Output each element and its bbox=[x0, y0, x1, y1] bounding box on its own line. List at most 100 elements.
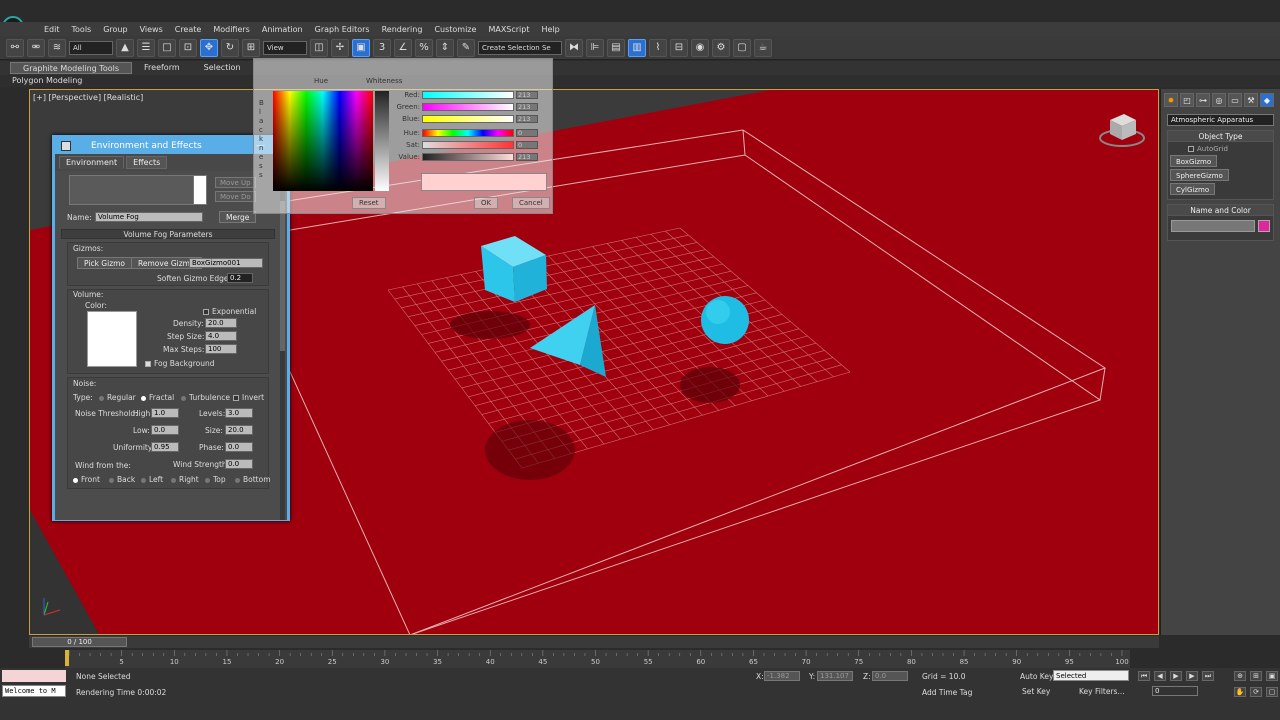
tab-effects[interactable]: Effects bbox=[126, 156, 168, 169]
wind-strength-input[interactable]: 0.0 bbox=[225, 459, 253, 469]
object-type-header[interactable]: Object Type bbox=[1168, 131, 1273, 142]
reset-button[interactable]: Reset bbox=[352, 197, 386, 209]
ok-button[interactable]: OK bbox=[474, 197, 499, 209]
menu-help[interactable]: Help bbox=[536, 25, 566, 34]
dialog-scroll-thumb[interactable] bbox=[280, 201, 285, 351]
tab-graphite-modeling[interactable]: Graphite Modeling Tools bbox=[10, 62, 133, 74]
select-object-icon[interactable]: ▲ bbox=[116, 38, 134, 57]
whiteness-slider[interactable] bbox=[375, 91, 389, 191]
wind-right-radio[interactable]: Right bbox=[171, 475, 199, 484]
fov-icon[interactable]: ▢ bbox=[1266, 687, 1278, 697]
track-bar[interactable]: 5 10 15 20 25 30 35 40 45 50 55 60 65 70 75 80 85 90 95 100 bbox=[65, 650, 1130, 668]
viewport-label[interactable]: [+] [Perspective] [Realistic] bbox=[33, 93, 143, 102]
reference-coord-dropdown[interactable]: View bbox=[263, 40, 307, 55]
merge-button[interactable]: Merge bbox=[219, 211, 257, 223]
uniformity-input[interactable]: 0.95 bbox=[151, 442, 179, 452]
autogrid-checkbox[interactable]: AutoGrid bbox=[1168, 142, 1273, 153]
blue-slider[interactable] bbox=[422, 114, 514, 123]
pivot-center-icon[interactable]: ◫ bbox=[310, 38, 328, 57]
key-mode-dropdown[interactable]: Selected bbox=[1053, 670, 1129, 681]
green-slider[interactable] bbox=[422, 102, 514, 111]
object-name-input[interactable] bbox=[1171, 220, 1256, 232]
exponential-checkbox[interactable]: Exponential bbox=[203, 307, 256, 316]
pan-icon[interactable]: ✋ bbox=[1234, 687, 1246, 697]
spinner-snap-icon[interactable]: ⇕ bbox=[436, 38, 454, 57]
value-slider[interactable] bbox=[422, 152, 514, 161]
green-input[interactable]: 213 bbox=[516, 102, 538, 111]
hue-blackness-field[interactable] bbox=[273, 91, 373, 191]
step-size-input[interactable]: 4.0 bbox=[205, 331, 237, 341]
x-coord-input[interactable]: -1.382 bbox=[764, 671, 800, 681]
select-by-name-icon[interactable]: ☰ bbox=[137, 38, 155, 57]
pick-gizmo-button[interactable]: Pick Gizmo bbox=[77, 257, 133, 269]
blue-input[interactable]: 213 bbox=[516, 114, 538, 123]
menu-graph-editors[interactable]: Graph Editors bbox=[309, 25, 376, 34]
time-slider[interactable]: 0 / 100 bbox=[29, 636, 1159, 648]
object-color-swatch[interactable] bbox=[1258, 220, 1270, 232]
y-coord-input[interactable]: 131.107 bbox=[817, 671, 853, 681]
hierarchy-icon[interactable]: ⊶ bbox=[1196, 93, 1210, 107]
volume-fog-params-header[interactable]: Volume Fog Parameters bbox=[61, 229, 275, 239]
sat-slider[interactable] bbox=[422, 140, 514, 149]
menu-views[interactable]: Views bbox=[134, 25, 169, 34]
helper-category-dropdown[interactable]: Atmospheric Apparatus bbox=[1167, 114, 1274, 126]
cancel-button[interactable]: Cancel bbox=[512, 197, 550, 209]
red-input[interactable]: 213 bbox=[516, 90, 538, 99]
modify-icon[interactable]: ◰ bbox=[1180, 93, 1194, 107]
low-input[interactable]: 0.0 bbox=[151, 425, 179, 435]
spheregizmo-button[interactable]: SphereGizmo bbox=[1170, 169, 1229, 181]
named-selection-set-dropdown[interactable]: Create Selection Se bbox=[478, 40, 562, 55]
move-down-button[interactable]: Move Do bbox=[215, 191, 256, 202]
type-regular-radio[interactable]: Regular bbox=[99, 393, 136, 402]
menu-maxscript[interactable]: MAXScript bbox=[482, 25, 535, 34]
window-crossing-icon[interactable]: ⊡ bbox=[179, 38, 197, 57]
soften-edges-input[interactable]: 0.2 bbox=[227, 273, 253, 283]
graphite-toggle-icon[interactable]: ▥ bbox=[628, 38, 646, 57]
selection-filter-dropdown[interactable]: All bbox=[69, 40, 113, 55]
menu-create[interactable]: Create bbox=[169, 25, 208, 34]
display-icon[interactable]: ▭ bbox=[1228, 93, 1242, 107]
cylgizmo-button[interactable]: CylGizmo bbox=[1170, 183, 1216, 195]
hue-slider[interactable] bbox=[422, 128, 514, 137]
add-time-tag[interactable]: Add Time Tag bbox=[922, 688, 972, 697]
atmosphere-list[interactable] bbox=[69, 175, 207, 205]
menu-group[interactable]: Group bbox=[97, 25, 133, 34]
menu-animation[interactable]: Animation bbox=[256, 25, 309, 34]
unlink-icon[interactable]: ⚮ bbox=[27, 38, 45, 57]
hue-input[interactable]: 0 bbox=[516, 128, 538, 137]
size-input[interactable]: 20.0 bbox=[225, 425, 253, 435]
menu-modifiers[interactable]: Modifiers bbox=[207, 25, 256, 34]
value-input[interactable]: 213 bbox=[516, 152, 538, 161]
snap-toggle-icon[interactable]: 3 bbox=[373, 38, 391, 57]
curve-editor-icon[interactable]: ⌇ bbox=[649, 38, 667, 57]
wind-left-radio[interactable]: Left bbox=[141, 475, 163, 484]
invert-checkbox[interactable]: Invert bbox=[233, 393, 264, 402]
mirror-icon[interactable]: ⧓ bbox=[565, 38, 583, 57]
zoom-all-icon[interactable]: ⊞ bbox=[1250, 671, 1262, 681]
type-turbulence-radio[interactable]: Turbulence bbox=[181, 393, 230, 402]
maxscript-listener-line[interactable] bbox=[2, 670, 66, 682]
fog-background-checkbox[interactable]: Fog Background bbox=[145, 359, 215, 368]
menu-tools[interactable]: Tools bbox=[66, 25, 98, 34]
wind-front-radio[interactable]: Front bbox=[73, 475, 100, 484]
current-frame-input[interactable]: 0 bbox=[1152, 686, 1198, 696]
tab-freeform[interactable]: Freeform bbox=[132, 62, 192, 74]
high-input[interactable]: 1.0 bbox=[151, 408, 179, 418]
helpers-icon[interactable]: ◆ bbox=[1260, 93, 1274, 107]
render-setup-icon[interactable]: ⚙ bbox=[712, 38, 730, 57]
z-coord-input[interactable]: 0.0 bbox=[872, 671, 908, 681]
rendered-frame-icon[interactable]: ▢ bbox=[733, 38, 751, 57]
maxscript-mini-listener[interactable]: Welcome to M bbox=[2, 685, 66, 697]
auto-key-button[interactable]: Auto Key bbox=[1020, 672, 1053, 681]
move-up-button[interactable]: Move Up bbox=[215, 177, 256, 188]
select-scale-icon[interactable]: ⊞ bbox=[242, 38, 260, 57]
rect-selection-icon[interactable]: □ bbox=[158, 38, 176, 57]
bind-space-warp-icon[interactable]: ≋ bbox=[48, 38, 66, 57]
render-production-icon[interactable]: ☕ bbox=[754, 38, 772, 57]
menu-customize[interactable]: Customize bbox=[428, 25, 482, 34]
name-color-header[interactable]: Name and Color bbox=[1168, 205, 1273, 216]
zoom-icon[interactable]: ⊕ bbox=[1234, 671, 1246, 681]
wind-back-radio[interactable]: Back bbox=[109, 475, 135, 484]
phase-input[interactable]: 0.0 bbox=[225, 442, 253, 452]
current-frame-marker[interactable] bbox=[65, 650, 69, 666]
